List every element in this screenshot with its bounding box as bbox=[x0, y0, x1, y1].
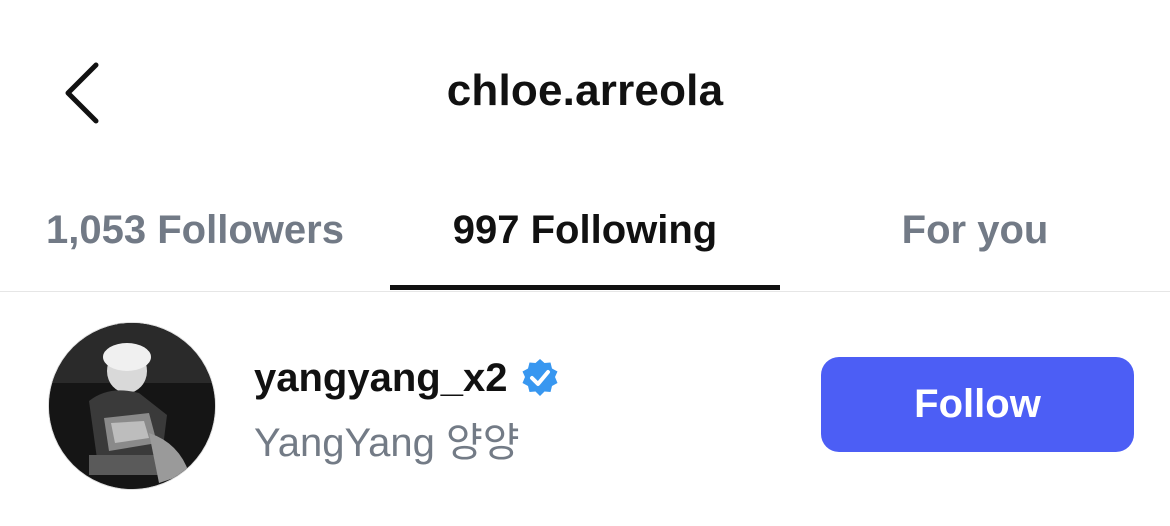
username-line[interactable]: yangyang_x2 bbox=[254, 352, 561, 404]
avatar[interactable] bbox=[48, 322, 216, 490]
tab-for-you[interactable]: For you bbox=[780, 170, 1170, 291]
tab-followers[interactable]: 1,053 Followers bbox=[0, 170, 390, 291]
tab-bar: 1,053 Followers 997 Following For you bbox=[0, 170, 1170, 292]
follow-button[interactable]: Follow bbox=[821, 357, 1134, 452]
username: yangyang_x2 bbox=[254, 355, 508, 400]
list-item[interactable]: yangyang_x2 YangYang 양양 Follow bbox=[0, 292, 1170, 526]
page-title: chloe.arreola bbox=[446, 66, 724, 115]
full-name: YangYang 양양 bbox=[254, 421, 520, 465]
top-bar: chloe.arreola bbox=[0, 0, 1170, 170]
active-tab-indicator bbox=[390, 285, 780, 290]
verified-badge-icon bbox=[519, 357, 561, 399]
tab-following[interactable]: 997 Following bbox=[390, 170, 780, 291]
